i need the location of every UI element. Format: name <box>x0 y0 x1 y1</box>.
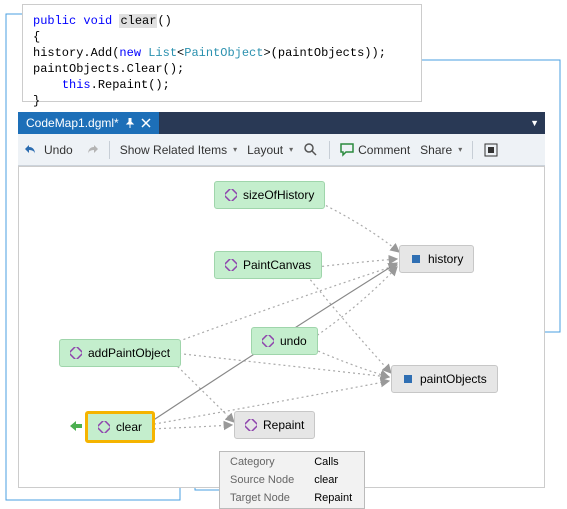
kw-void: void <box>83 14 112 28</box>
node-label: addPaintObject <box>88 346 170 360</box>
type-paintobj: PaintObject <box>184 46 263 60</box>
node-label: history <box>428 252 463 266</box>
tooltip-key: Target Node <box>222 490 304 506</box>
comment-label: Comment <box>358 143 410 157</box>
code-text: paintObjects.Clear(); <box>33 61 411 77</box>
code-text: >(paintObjects)); <box>263 46 385 60</box>
separator <box>109 141 110 159</box>
pin-icon[interactable] <box>125 118 135 128</box>
node-label: PaintCanvas <box>243 258 311 272</box>
graph-canvas[interactable]: sizeOfHistory history PaintCanvas undo p… <box>18 166 545 488</box>
layout-label: Layout <box>247 143 283 157</box>
kw-new: new <box>119 46 141 60</box>
tooltip-key: Source Node <box>222 472 304 488</box>
field-icon <box>410 253 422 265</box>
node-paintcanvas[interactable]: PaintCanvas <box>214 251 322 279</box>
undo-icon <box>24 142 40 158</box>
node-history[interactable]: history <box>399 245 474 273</box>
chevron-down-icon: ▾ <box>458 145 462 154</box>
undo-button[interactable]: Undo <box>24 142 73 158</box>
fit-icon[interactable] <box>483 142 499 158</box>
chevron-down-icon: ▾ <box>289 145 293 154</box>
type-list: List <box>148 46 177 60</box>
node-label: Repaint <box>263 418 304 432</box>
share-button[interactable]: Share ▾ <box>420 143 462 157</box>
search-icon[interactable] <box>303 142 319 158</box>
redo-icon[interactable] <box>83 142 99 158</box>
node-addpaintobject[interactable]: addPaintObject <box>59 339 181 367</box>
tab-title: CodeMap1.dgml* <box>26 116 119 130</box>
node-paintobjects[interactable]: paintObjects <box>391 365 498 393</box>
method-icon <box>225 189 237 201</box>
node-label: undo <box>280 334 307 348</box>
related-label: Show Related Items <box>120 143 227 157</box>
tooltip-key: Category <box>222 454 304 470</box>
close-icon[interactable] <box>141 118 151 128</box>
tooltip-val: Repaint <box>306 490 362 506</box>
tab-menu-arrow[interactable]: ▼ <box>524 118 545 128</box>
layout-button[interactable]: Layout ▾ <box>247 143 293 157</box>
kw-this: this <box>62 78 91 92</box>
node-undo[interactable]: undo <box>251 327 318 355</box>
entry-arrow-icon <box>70 420 82 432</box>
tooltip-val: clear <box>306 472 362 488</box>
code-text: history.Add( <box>33 46 119 60</box>
tab-bar: CodeMap1.dgml* ▼ <box>18 112 545 134</box>
brace-close: } <box>33 93 411 109</box>
comment-icon <box>340 143 354 157</box>
toolbar: Undo Show Related Items ▾ Layout ▾ Comment… <box>18 134 545 166</box>
code-text: .Repaint(); <box>91 78 170 92</box>
method-icon <box>98 421 110 433</box>
share-label: Share <box>420 143 452 157</box>
method-icon <box>245 419 257 431</box>
node-label: clear <box>116 420 142 434</box>
method-icon <box>225 259 237 271</box>
separator <box>472 141 473 159</box>
edge-tooltip: CategoryCalls Source Nodeclear Target No… <box>219 451 365 509</box>
code-editor[interactable]: public void clear() { history.Add(new Li… <box>22 4 422 102</box>
show-related-button[interactable]: Show Related Items ▾ <box>120 143 237 157</box>
method-name: clear <box>119 14 157 28</box>
node-clear[interactable]: clear <box>85 411 155 443</box>
kw-public: public <box>33 14 76 28</box>
separator <box>329 141 330 159</box>
tab-codemap[interactable]: CodeMap1.dgml* <box>18 112 159 134</box>
chevron-down-icon: ▾ <box>233 145 237 154</box>
node-repaint[interactable]: Repaint <box>234 411 315 439</box>
undo-label: Undo <box>44 143 73 157</box>
field-icon <box>402 373 414 385</box>
comment-button[interactable]: Comment <box>340 143 410 157</box>
parens: () <box>157 14 171 28</box>
method-icon <box>70 347 82 359</box>
brace-open: { <box>33 29 411 45</box>
node-sizeofhistory[interactable]: sizeOfHistory <box>214 181 325 209</box>
node-label: sizeOfHistory <box>243 188 314 202</box>
method-icon <box>262 335 274 347</box>
tooltip-val: Calls <box>306 454 362 470</box>
node-label: paintObjects <box>420 372 487 386</box>
